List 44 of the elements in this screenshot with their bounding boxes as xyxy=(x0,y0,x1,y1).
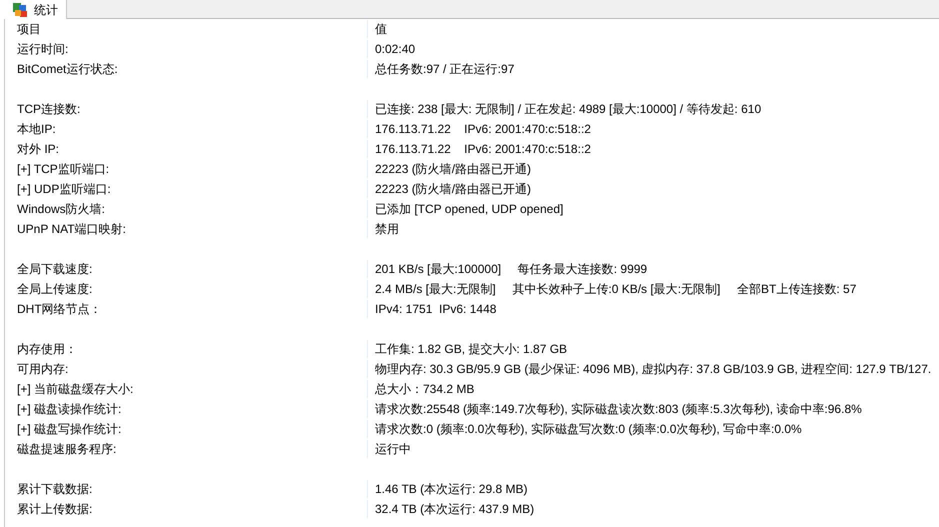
item-cell-text: 本地IP: xyxy=(16,121,57,138)
value-cell: 176.113.71.22 IPv6: 2001:470:c:518::2 xyxy=(367,120,591,138)
value-cell: 1.46 TB (本次运行: 29.8 MB) xyxy=(367,480,528,498)
item-cell-text: 累计上传数据: xyxy=(16,501,94,518)
value-cell: 请求次数:25548 (频率:149.7次每秒), 实际磁盘读次数:803 (频率:5.3次每秒), 读命中率:96.8% xyxy=(367,400,862,418)
value-cell: IPv4: 1751 IPv6: 1448 xyxy=(367,300,496,318)
value-cell: 请求次数:0 (频率:0.0次每秒), 实际磁盘写次数:0 (频率:0.0次每秒), 写命中率:0.0% xyxy=(367,420,802,438)
value-cell: 2.4 MB/s [最大:无限制] 其中长效种子上传:0 KB/s [最大:无限制] 全部BT上传连接数: 57 xyxy=(367,280,856,298)
value-cell: 201 KB/s [最大:100000] 每任务最大连接数: 9999 xyxy=(367,260,648,278)
item-cell-text: 运行时间: xyxy=(16,41,70,58)
value-cell: 运行中 xyxy=(367,440,411,458)
item-cell-text: 磁盘提速服务程序: xyxy=(16,441,118,458)
item-cell-text: [+] 磁盘读操作统计: xyxy=(16,401,122,418)
value-cell: 22223 (防火墙/路由器已开通) xyxy=(367,160,532,178)
item-cell-text: 对外 IP: xyxy=(16,141,60,158)
item-cell-text: 全局下载速度: xyxy=(16,261,94,278)
tab[interactable]: 统计 xyxy=(0,0,67,19)
cubes-icon xyxy=(12,2,29,18)
item-cell-text: 可用内存: xyxy=(16,361,70,378)
value-cell: 0:02:40 xyxy=(367,40,416,58)
item-cell-text: [+] TCP监听端口: xyxy=(16,161,110,178)
column-header[interactable]: 项目 xyxy=(5,20,367,38)
value-cell: 176.113.71.22 IPv6: 2001:470:c:518::2 xyxy=(367,140,591,158)
value-cell: 总任务数:97 / 正在运行:97 xyxy=(367,60,514,78)
column-header[interactable]: 值 xyxy=(367,20,387,38)
item-cell-text: [+] UDP监听端口: xyxy=(16,181,112,198)
item-cell-text: BitComet运行状态: xyxy=(16,61,119,78)
item-cell-text: DHT网络节点： xyxy=(16,301,103,318)
value-cell: 已添加 [TCP opened, UDP opened] xyxy=(367,200,564,218)
value-cell: 22223 (防火墙/路由器已开通) xyxy=(367,180,532,198)
item-cell-text: 内存使用： xyxy=(16,341,78,358)
item-cell-text: 累计下载数据: xyxy=(16,481,94,498)
value-cell: 物理内存: 30.3 GB/95.9 GB (最少保证: 4096 MB), 虚拟内存: 37.8 GB/103.9 GB, 进程空间: 127.9 TB/127. xyxy=(367,360,932,378)
item-cell-text: 全局上传速度: xyxy=(16,281,94,298)
item-cell-text: TCP连接数: xyxy=(16,101,82,118)
item-cell-text: [+] 当前磁盘缓存大小: xyxy=(16,381,134,398)
item-cell-text: UPnP NAT端口映射: xyxy=(16,221,127,238)
item-cell-text: Windows防火墙: xyxy=(16,201,106,218)
item-cell-text: [+] 磁盘写操作统计: xyxy=(16,421,122,438)
value-cell: 总大小：734.2 MB xyxy=(367,380,474,398)
value-cell: 禁用 xyxy=(367,220,399,238)
value-cell: 已连接: 238 [最大: 无限制] / 正在发起: 4989 [最大:10000] / 等待发起: 610 xyxy=(367,100,762,118)
value-cell: 工作集: 1.82 GB, 提交大小: 1.87 GB xyxy=(367,340,568,358)
value-cell: 32.4 TB (本次运行: 437.9 MB) xyxy=(367,500,534,518)
